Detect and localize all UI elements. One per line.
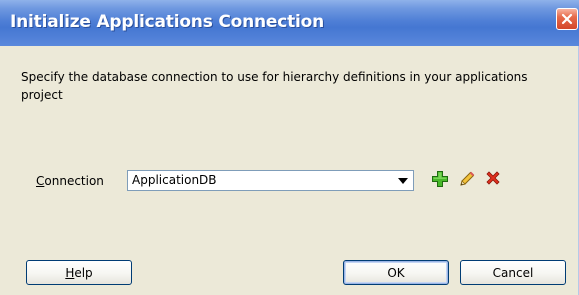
close-button[interactable] [556,8,578,30]
close-icon [561,13,573,25]
delete-icon [484,170,502,192]
ok-button-label: OK [387,265,405,280]
ok-button[interactable]: OK [343,260,449,285]
connection-dropdown[interactable]: ApplicationDB [127,170,414,191]
description-text: Specify the database connection to use f… [21,70,528,102]
pencil-icon [458,170,476,192]
connection-label: Connection [36,174,104,188]
delete-connection-button[interactable] [481,169,505,193]
dialog-title: Initialize Applications Connection [10,12,325,32]
add-connection-button[interactable] [428,169,452,193]
help-button-label: elp [74,265,93,280]
cancel-button[interactable]: Cancel [460,260,566,285]
edit-connection-button[interactable] [455,169,479,193]
add-icon [431,170,449,192]
chevron-down-icon[interactable] [394,172,411,189]
title-bar[interactable]: Initialize Applications Connection [0,0,579,46]
connection-label-text: onnection [44,174,104,188]
initialize-connection-dialog: Initialize Applications Connection Speci… [0,0,579,295]
cancel-button-label: Cancel [492,265,534,280]
dialog-body: Specify the database connection to use f… [0,46,578,295]
help-button-mnemonic: H [65,265,75,280]
connection-selected-value: ApplicationDB [132,173,217,187]
help-button[interactable]: Help [26,260,132,285]
